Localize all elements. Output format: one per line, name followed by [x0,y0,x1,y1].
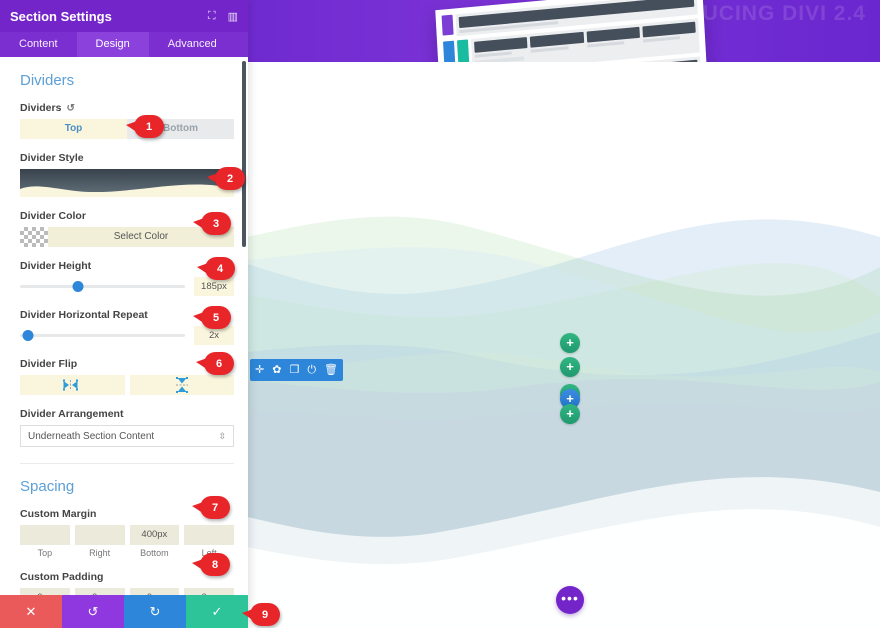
custom-padding-label: Custom Padding [20,571,104,583]
dividers-toggle: Top Bottom [20,119,234,139]
panel-footer: ✕ ↺ ↻ ✓ [0,595,248,628]
margin-top-input[interactable] [20,525,70,545]
trash-icon[interactable]: 🗑 [324,364,338,376]
custom-margin-field: Custom Margin Top Right 400px Bottom Lef… [20,508,234,558]
divider-flip-label: Divider Flip [20,358,78,370]
module-toolbar[interactable]: ✛ ✿ ❐ ⏻ 🗑 [250,359,343,381]
divider-color-label: Divider Color [20,210,86,222]
spacing-section-title: Spacing [20,478,75,495]
move-icon[interactable]: ✛ [255,364,264,376]
add-section-green-2[interactable]: + [560,357,580,377]
margin-right-input[interactable] [74,525,125,545]
reset-icon[interactable]: ↺ [66,103,74,114]
dividers-field: Dividers ↺ Top Bottom [20,102,234,139]
add-section-green-4[interactable]: + [560,404,580,424]
dividers-field-label: Dividers [20,102,62,114]
divider-height-label: Divider Height [20,260,92,272]
custom-padding-inputs: 0px Top 0px Right 0px Bottom 0px Left [20,588,234,595]
tab-advanced[interactable]: Advanced [149,32,236,57]
divider-height-slider-thumb[interactable] [72,281,84,292]
divider-arrangement-select[interactable]: Underneath Section Content ⇳ [20,425,234,447]
divider-height-input[interactable]: 185px [194,277,234,296]
undo-button[interactable]: ↺ [62,595,124,628]
divider-height-slider[interactable] [20,281,185,292]
divider-color-picker[interactable]: Select Color [20,227,234,247]
select-color-label[interactable]: Select Color [48,227,234,247]
custom-margin-inputs: Top Right 400px Bottom Left [20,525,234,558]
flip-vertical-button[interactable] [129,375,234,395]
panel-body: Dividers Dividers ↺ Top Bottom Divider S… [0,57,248,595]
save-button[interactable]: ✓ [186,595,248,628]
flip-vertical-icon [175,377,188,393]
panel-scrollbar[interactable] [242,61,246,247]
layout-columns-icon[interactable]: ▥ [228,10,238,23]
divider-flip-options [20,375,234,395]
duplicate-icon[interactable]: ❐ [289,364,299,376]
chevron-down-icon: ⇳ [218,430,226,441]
divider-style-label: Divider Style [20,152,84,164]
panel-header: Section Settings ⛶ ▥ [0,0,248,32]
add-section-green-1[interactable]: + [560,333,580,353]
dividers-toggle-top[interactable]: Top [20,119,127,139]
divider-arrangement-field: Divider Arrangement Underneath Section C… [20,408,234,447]
dividers-toggle-bottom[interactable]: Bottom [127,119,234,139]
custom-padding-field: Custom Padding 0px Top 0px Right 0px Bot… [20,571,234,595]
divider-arrangement-value: Underneath Section Content [28,430,155,442]
dividers-field-label-row: Dividers ↺ [20,102,234,114]
redo-button[interactable]: ↻ [124,595,186,628]
padding-bottom-input[interactable]: 0px [129,588,180,595]
power-icon[interactable]: ⏻ [307,364,316,376]
margin-left-input[interactable] [184,525,234,545]
tab-design[interactable]: Design [76,32,149,57]
divider-arrangement-label: Divider Arrangement [20,408,124,420]
dividers-section-title: Dividers [20,72,75,89]
gear-icon[interactable]: ✿ [272,364,281,376]
flip-horizontal-button[interactable] [20,375,125,395]
margin-top-label: Top [37,548,53,558]
divider-repeat-input[interactable]: 2x [194,326,234,345]
fullscreen-icon[interactable]: ⛶ [208,10,216,23]
divider-repeat-slider-thumb[interactable] [22,330,34,341]
color-swatch-transparent[interactable] [20,227,48,247]
divider-height-field: Divider Height 185px [20,260,234,296]
divider-repeat-field: Divider Horizontal Repeat 2x [20,309,234,345]
divider-style-preview[interactable] [20,169,234,197]
margin-right-label: Right [89,548,111,558]
divider-repeat-slider[interactable] [20,330,185,341]
custom-margin-label: Custom Margin [20,508,97,520]
padding-left-input[interactable]: 0px [184,588,234,595]
tab-content[interactable]: Content [0,32,77,57]
panel-tabs: Content Design Advanced [0,32,248,57]
margin-left-label: Left [201,548,217,558]
divider-flip-field: Divider Flip [20,358,234,395]
margin-bottom-label: Bottom [140,548,169,558]
flip-horizontal-icon [63,379,79,391]
section-settings-panel: Section Settings ⛶ ▥ Content Design Adva… [0,0,248,628]
padding-right-input[interactable]: 0px [74,588,125,595]
page-settings-fab[interactable]: ••• [556,586,584,614]
cancel-button[interactable]: ✕ [0,595,62,628]
section-divider [20,463,234,464]
wave-shape-icon [20,169,234,193]
divider-color-field: Divider Color Select Color [20,210,234,247]
divider-repeat-label: Divider Horizontal Repeat [20,309,148,321]
padding-top-input[interactable]: 0px [20,588,70,595]
margin-bottom-input[interactable]: 400px [129,525,180,545]
panel-title: Section Settings [10,8,112,24]
hero-screenshot-card [435,0,709,62]
divider-style-field: Divider Style [20,152,234,197]
